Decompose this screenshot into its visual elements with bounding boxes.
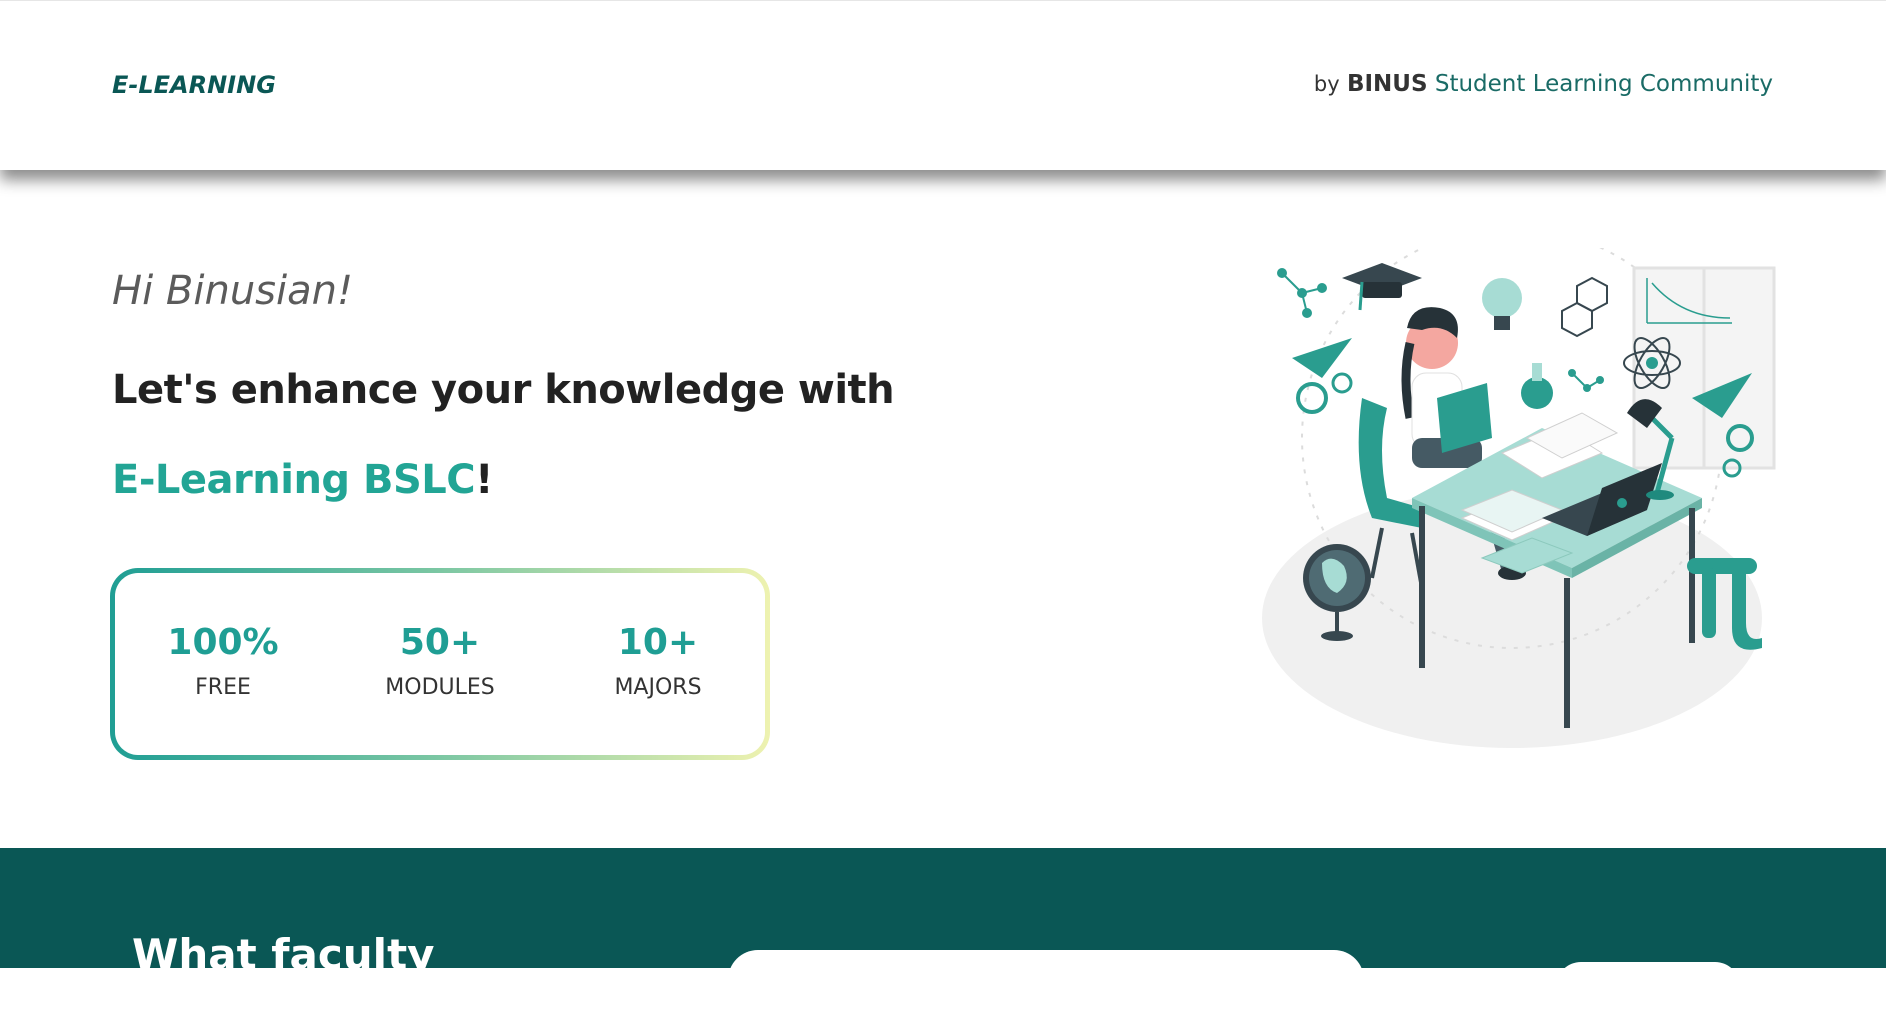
stat-label: MAJORS — [614, 675, 702, 700]
site-header: E-LEARNING by BINUS Student Learning Com… — [0, 0, 1886, 170]
stat-majors: 10+ MAJORS — [578, 622, 738, 701]
paper-plane-icon — [1292, 338, 1352, 378]
stats-card-inner: 100% FREE 50+ MODULES 10+ MAJORS — [115, 573, 765, 755]
organization-credit: by BINUS Student Learning Community — [1314, 71, 1773, 97]
stat-value: 50+ — [399, 622, 481, 663]
stat-value: 100% — [167, 622, 279, 663]
hero-headline: Let's enhance your knowledge with E-Lear… — [112, 345, 932, 525]
stat-free: 100% FREE — [143, 622, 303, 701]
stat-label: FREE — [195, 675, 251, 700]
faculty-search-button[interactable] — [1556, 962, 1740, 1012]
light-bulb-icon — [1482, 278, 1522, 318]
org-binus-label: BINUS — [1346, 71, 1428, 97]
faculty-search-input[interactable] — [728, 950, 1364, 1010]
hero-greeting: Hi Binusian! — [112, 268, 354, 314]
gear-icon — [1296, 382, 1328, 414]
org-name-label: Student Learning Community — [1434, 71, 1773, 97]
stat-modules: 50+ MODULES — [360, 622, 520, 701]
stats-card: 100% FREE 50+ MODULES 10+ MAJORS — [110, 568, 770, 760]
stat-value: 10+ — [617, 622, 699, 663]
brand-logo[interactable]: E-LEARNING — [112, 71, 276, 99]
flask-icon — [1521, 377, 1553, 409]
headline-text: Let's enhance your knowledge with — [112, 367, 895, 413]
student-studying-illustration — [1262, 248, 1776, 748]
headline-end: ! — [475, 457, 493, 503]
stat-label: MODULES — [385, 675, 495, 700]
org-by-label: by — [1313, 72, 1340, 96]
molecule-icon — [1277, 268, 1327, 318]
headline-accent: E-Learning BSLC — [112, 457, 476, 503]
faculty-section-title: What faculty — [132, 930, 435, 979]
